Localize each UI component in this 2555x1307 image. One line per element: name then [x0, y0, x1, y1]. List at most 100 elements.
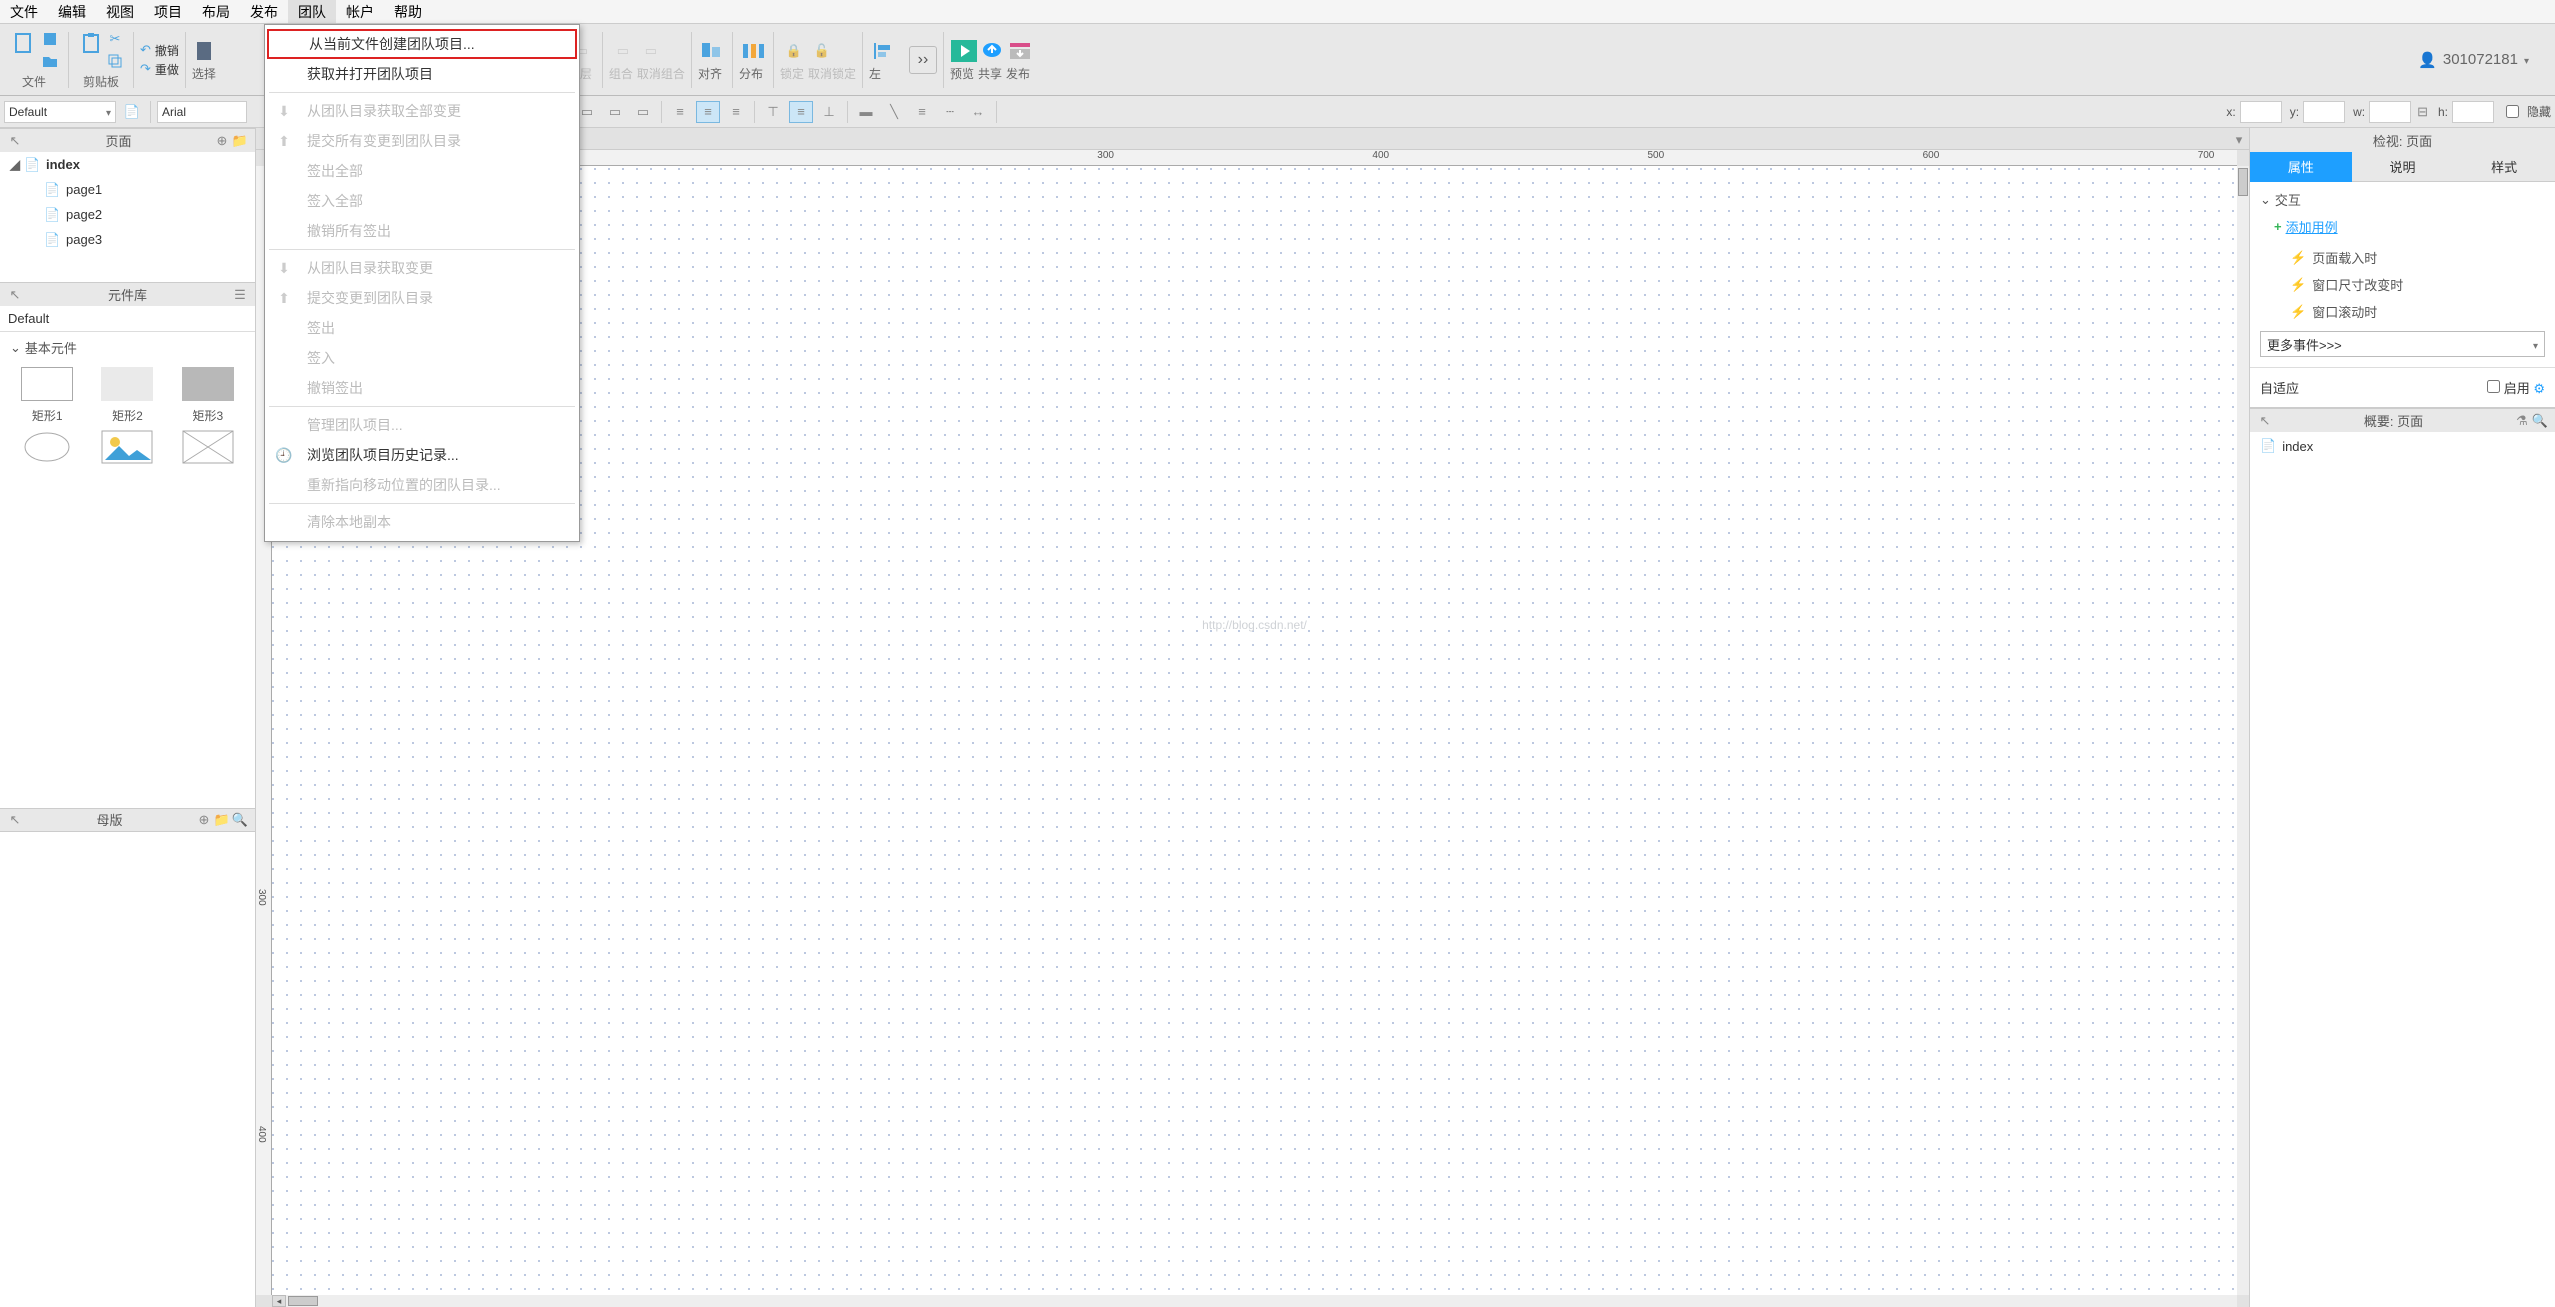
align-left-icon[interactable] [869, 37, 897, 65]
valign-mid-icon[interactable]: ≡ [789, 101, 813, 123]
new-file-icon[interactable] [10, 29, 38, 57]
team-menu-item[interactable]: 从当前文件创建团队项目... [267, 29, 577, 59]
paste-icon[interactable] [77, 29, 105, 57]
rect-tool2-icon[interactable]: ▭ [603, 101, 627, 123]
team-menu-item[interactable]: 获取并打开团队项目 [265, 59, 579, 89]
widget-placeholder[interactable] [171, 430, 245, 464]
pages-tree: ◢📄index 📄page1 📄page2 📄page3 [0, 152, 255, 282]
masters-panel-header: ↖ 母版 ⊕ 📁 🔍 [0, 808, 255, 832]
page-row-page3[interactable]: 📄page3 [0, 227, 255, 252]
fill-icon[interactable]: ▬ [854, 101, 878, 123]
valign-bot-icon[interactable]: ⊥ [817, 101, 841, 123]
style-edit-icon[interactable]: 📄 [120, 101, 144, 123]
outline-row-index[interactable]: 📄index [2250, 432, 2555, 460]
more-events-dropdown[interactable]: 更多事件>>> [2260, 331, 2545, 357]
page-row-index[interactable]: ◢📄index [0, 152, 255, 177]
selection-mode-icon[interactable] [192, 37, 220, 65]
undo-icon[interactable]: ↶ [140, 42, 151, 58]
h-input[interactable] [2452, 101, 2494, 123]
event-window-scroll[interactable]: ⚡窗口滚动时 [2260, 298, 2545, 325]
add-master-icon[interactable]: ⊕ [195, 811, 213, 829]
w-input[interactable] [2369, 101, 2411, 123]
style-dropdown[interactable]: Default [4, 101, 116, 123]
menu-account[interactable]: 帐户 [336, 0, 384, 23]
link-wh-icon[interactable]: ⊟ [2417, 104, 2428, 120]
hide-checkbox[interactable] [2506, 105, 2519, 118]
menu-edit[interactable]: 编辑 [48, 0, 96, 23]
share-icon[interactable] [978, 37, 1006, 65]
arrow-icon[interactable]: ↔ [966, 101, 990, 123]
add-page-icon[interactable]: ⊕ [213, 132, 231, 150]
menu-project[interactable]: 项目 [144, 0, 192, 23]
save-icon[interactable] [40, 29, 60, 49]
halign-right-icon[interactable]: ≡ [724, 101, 748, 123]
add-master-folder-icon[interactable]: 📁 [213, 811, 231, 829]
scrollbar-vertical[interactable] [2237, 166, 2249, 1295]
add-folder-icon[interactable]: 📁 [231, 132, 249, 150]
tab-style[interactable]: 样式 [2453, 152, 2555, 182]
menu-file[interactable]: 文件 [0, 0, 48, 23]
widget-rect2[interactable]: 矩形2 [90, 367, 164, 424]
search-icon[interactable]: 🔍 [2531, 412, 2549, 430]
widget-ellipse[interactable] [10, 430, 84, 464]
collapse-icon[interactable]: ↖ [6, 811, 24, 829]
tabstrip-dropdown-icon[interactable]: ▾ [2229, 131, 2249, 149]
menu-publish[interactable]: 发布 [240, 0, 288, 23]
open-icon[interactable] [40, 51, 60, 71]
user-menu[interactable]: 👤 301072181 [2418, 51, 2549, 69]
distribute-icon[interactable] [739, 37, 767, 65]
event-page-load[interactable]: ⚡页面载入时 [2260, 244, 2545, 271]
rect-tool3-icon[interactable]: ▭ [631, 101, 655, 123]
halign-left-icon[interactable]: ≡ [668, 101, 692, 123]
tab-notes[interactable]: 说明 [2352, 152, 2454, 182]
collapse-icon[interactable]: ↖ [2256, 412, 2274, 430]
menu-view[interactable]: 视图 [96, 0, 144, 23]
library-menu-icon[interactable]: ☰ [231, 286, 249, 304]
collapse-icon[interactable]: ↖ [6, 286, 24, 304]
add-case-link[interactable]: +添加用例 [2274, 217, 2545, 236]
page-row-page1[interactable]: 📄page1 [0, 177, 255, 202]
unlock-icon[interactable]: 🔓 [808, 37, 836, 65]
widget-rect3[interactable]: 矩形3 [171, 367, 245, 424]
valign-top-icon[interactable]: ⊤ [761, 101, 785, 123]
halign-center-icon[interactable]: ≡ [696, 101, 720, 123]
align-icon[interactable] [698, 37, 726, 65]
collapse-icon[interactable]: ↖ [6, 132, 24, 150]
filter-icon[interactable]: ⚗ [2513, 412, 2531, 430]
linestyle-icon[interactable]: ┄ [938, 101, 962, 123]
lock-icon[interactable]: 🔒 [780, 37, 808, 65]
x-input[interactable] [2240, 101, 2282, 123]
ungroup-icon[interactable]: ▭ [637, 37, 665, 65]
page-row-page2[interactable]: 📄page2 [0, 202, 255, 227]
adaptive-settings-icon[interactable]: ⚙ [2533, 381, 2545, 396]
interactions-section[interactable]: ⌄交互 [2260, 190, 2545, 209]
event-window-resize[interactable]: ⚡窗口尺寸改变时 [2260, 271, 2545, 298]
library-filter[interactable]: Default [0, 306, 255, 332]
tab-properties[interactable]: 属性 [2250, 152, 2352, 182]
team-menu-item: ⬆提交变更到团队目录 [265, 283, 579, 313]
font-dropdown[interactable]: Arial [157, 101, 247, 123]
group-icon[interactable]: ▭ [609, 37, 637, 65]
team-menu-item: 撤销所有签出 [265, 216, 579, 246]
line-icon[interactable]: ╲ [882, 101, 906, 123]
adaptive-checkbox[interactable] [2487, 380, 2500, 393]
cut-icon[interactable]: ✂ [105, 29, 125, 49]
menu-team[interactable]: 团队 [288, 0, 336, 23]
select-label: 选择 [192, 67, 216, 81]
menu-help[interactable]: 帮助 [384, 0, 432, 23]
publish-icon[interactable] [1006, 37, 1034, 65]
menu-layout[interactable]: 布局 [192, 0, 240, 23]
redo-icon[interactable]: ↷ [140, 61, 151, 77]
copy-icon[interactable] [105, 51, 125, 71]
more-tools-icon[interactable]: ›› [909, 46, 937, 74]
widget-rect1[interactable]: 矩形1 [10, 367, 84, 424]
y-input[interactable] [2303, 101, 2345, 123]
team-menu-item[interactable]: 🕘浏览团队项目历史记录... [265, 440, 579, 470]
pages-panel-header: ↖ 页面 ⊕ 📁 [0, 128, 255, 152]
widget-image[interactable] [90, 430, 164, 464]
scrollbar-horizontal[interactable]: ◂ [272, 1295, 2237, 1307]
search-master-icon[interactable]: 🔍 [231, 811, 249, 829]
preview-icon[interactable] [950, 37, 978, 65]
library-category[interactable]: ⌄基本元件 [0, 332, 255, 363]
lineweight-icon[interactable]: ≡ [910, 101, 934, 123]
